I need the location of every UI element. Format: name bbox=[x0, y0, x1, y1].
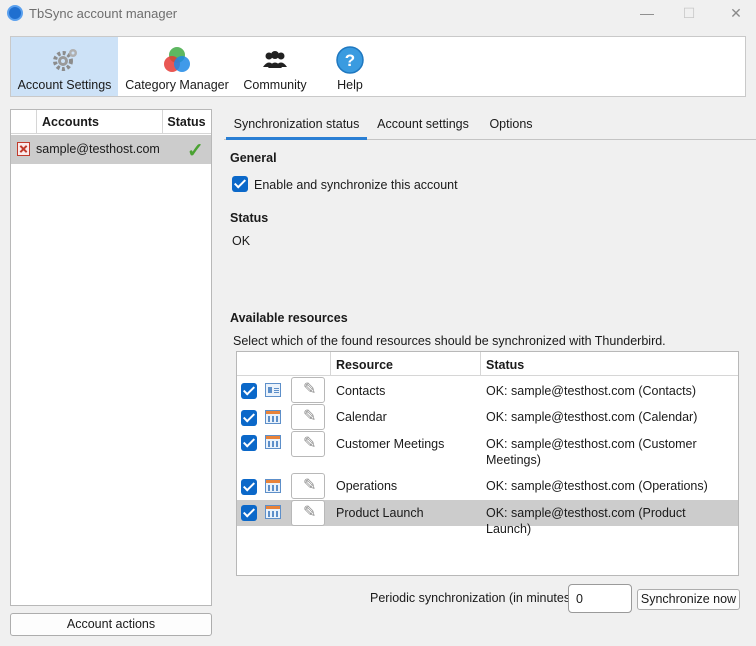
status-heading: Status bbox=[230, 211, 269, 225]
resources-table: Resource Status ✎ Contacts OK: sample@te… bbox=[236, 351, 739, 576]
calendar-icon bbox=[265, 505, 281, 519]
header-icon-column bbox=[11, 110, 37, 134]
toolbar-label: Community bbox=[243, 78, 307, 92]
resource-column-header[interactable]: Resource bbox=[336, 358, 393, 372]
periodic-sync-label: Periodic synchronization (in minutes) bbox=[370, 591, 575, 605]
resource-row[interactable]: ✎ Customer Meetings OK: sample@testhost.… bbox=[237, 431, 738, 473]
exchange-account-icon bbox=[17, 142, 30, 156]
account-row[interactable]: sample@testhost.com ✓ bbox=[11, 135, 211, 164]
toolbar-category-manager[interactable]: Category Manager bbox=[122, 37, 232, 96]
calendar-icon bbox=[265, 435, 281, 449]
enable-account-label[interactable]: Enable and synchronize this account bbox=[254, 178, 458, 192]
resource-checkbox[interactable] bbox=[241, 435, 257, 451]
svg-text:?: ? bbox=[345, 51, 355, 70]
settings-tabs: Synchronization status Account settings … bbox=[224, 112, 756, 140]
resource-checkbox[interactable] bbox=[241, 505, 257, 521]
enable-account-checkbox[interactable] bbox=[232, 176, 248, 192]
tab-synchronization-status[interactable]: Synchronization status bbox=[226, 112, 367, 140]
edit-resource-button[interactable]: ✎ bbox=[291, 431, 325, 457]
accounts-header: Accounts Status bbox=[11, 110, 211, 134]
status-column-header[interactable]: Status bbox=[162, 115, 211, 129]
general-heading: General bbox=[230, 151, 277, 165]
pencil-icon: ✎ bbox=[303, 504, 317, 521]
toolbar-label: Account Settings bbox=[17, 78, 112, 92]
window-title: TbSync account manager bbox=[29, 6, 178, 21]
account-email: sample@testhost.com bbox=[36, 142, 160, 156]
people-icon bbox=[263, 51, 287, 68]
maximize-button[interactable]: ☐ bbox=[679, 4, 699, 22]
pencil-icon: ✎ bbox=[303, 435, 317, 452]
periodic-sync-input[interactable] bbox=[568, 584, 632, 613]
pencil-icon: ✎ bbox=[303, 408, 317, 425]
toolbar-help[interactable]: ? Help bbox=[323, 37, 377, 96]
status-value: OK bbox=[232, 234, 251, 248]
resource-row[interactable]: ✎ Calendar OK: sample@testhost.com (Cale… bbox=[237, 404, 738, 431]
tab-options[interactable]: Options bbox=[482, 112, 540, 140]
accounts-column-header[interactable]: Accounts bbox=[42, 115, 99, 129]
resource-name: Customer Meetings bbox=[336, 437, 445, 451]
tbsync-app-icon bbox=[7, 5, 23, 21]
resource-row[interactable]: ✎ Operations OK: sample@testhost.com (Op… bbox=[237, 473, 738, 500]
resource-name: Calendar bbox=[336, 410, 387, 424]
resource-checkbox[interactable] bbox=[241, 479, 257, 495]
edit-resource-button[interactable]: ✎ bbox=[291, 377, 325, 403]
edit-resource-button[interactable]: ✎ bbox=[291, 500, 325, 526]
address-book-icon bbox=[265, 383, 281, 397]
resource-checkbox[interactable] bbox=[241, 410, 257, 426]
edit-resource-button[interactable]: ✎ bbox=[291, 404, 325, 430]
resources-heading: Available resources bbox=[230, 311, 348, 325]
main-toolbar: Account Settings Category Manager Commun… bbox=[10, 36, 746, 97]
checkmark-icon: ✓ bbox=[187, 140, 204, 162]
tab-account-settings[interactable]: Account settings bbox=[370, 112, 476, 140]
category-circles-icon bbox=[164, 47, 190, 72]
minimize-button[interactable]: — bbox=[637, 4, 657, 22]
close-button[interactable]: ✕ bbox=[726, 4, 746, 22]
resource-name: Operations bbox=[336, 479, 398, 493]
toolbar-account-settings[interactable]: Account Settings bbox=[11, 37, 118, 96]
gear-icon bbox=[52, 49, 77, 71]
title-bar: TbSync account manager — ☐ ✕ bbox=[0, 0, 756, 28]
help-icon: ? bbox=[336, 46, 364, 74]
resource-row[interactable]: ✎ Contacts OK: sample@testhost.com (Cont… bbox=[237, 377, 738, 404]
resource-status: OK: sample@testhost.com (Product Launch) bbox=[486, 506, 686, 536]
accounts-list: Accounts Status sample@testhost.com ✓ bbox=[10, 109, 212, 606]
resource-status: OK: sample@testhost.com (Contacts) bbox=[486, 384, 696, 398]
resource-checkbox[interactable] bbox=[241, 383, 257, 399]
resource-name: Product Launch bbox=[336, 506, 424, 520]
resources-description: Select which of the found resources shou… bbox=[233, 334, 666, 348]
resource-name: Contacts bbox=[336, 384, 386, 398]
column-divider bbox=[480, 352, 481, 376]
pencil-icon: ✎ bbox=[303, 477, 317, 494]
toolbar-community[interactable]: Community bbox=[237, 37, 313, 96]
toolbar-label: Category Manager bbox=[125, 78, 229, 92]
edit-resource-button[interactable]: ✎ bbox=[291, 473, 325, 499]
synchronize-now-button[interactable]: Synchronize now bbox=[637, 589, 740, 610]
resource-status: OK: sample@testhost.com (Calendar) bbox=[486, 410, 698, 424]
column-divider bbox=[330, 352, 331, 376]
resources-table-header: Resource Status bbox=[237, 352, 738, 376]
resource-status: OK: sample@testhost.com (Customer Meetin… bbox=[486, 437, 697, 467]
pencil-icon: ✎ bbox=[303, 381, 317, 398]
resource-row[interactable]: ✎ Product Launch OK: sample@testhost.com… bbox=[237, 500, 738, 536]
calendar-icon bbox=[265, 410, 281, 424]
resource-status: OK: sample@testhost.com (Operations) bbox=[486, 479, 708, 493]
account-actions-button[interactable]: Account actions bbox=[10, 613, 212, 636]
toolbar-label: Help bbox=[337, 78, 363, 92]
calendar-icon bbox=[265, 479, 281, 493]
status-column-header[interactable]: Status bbox=[486, 358, 524, 372]
